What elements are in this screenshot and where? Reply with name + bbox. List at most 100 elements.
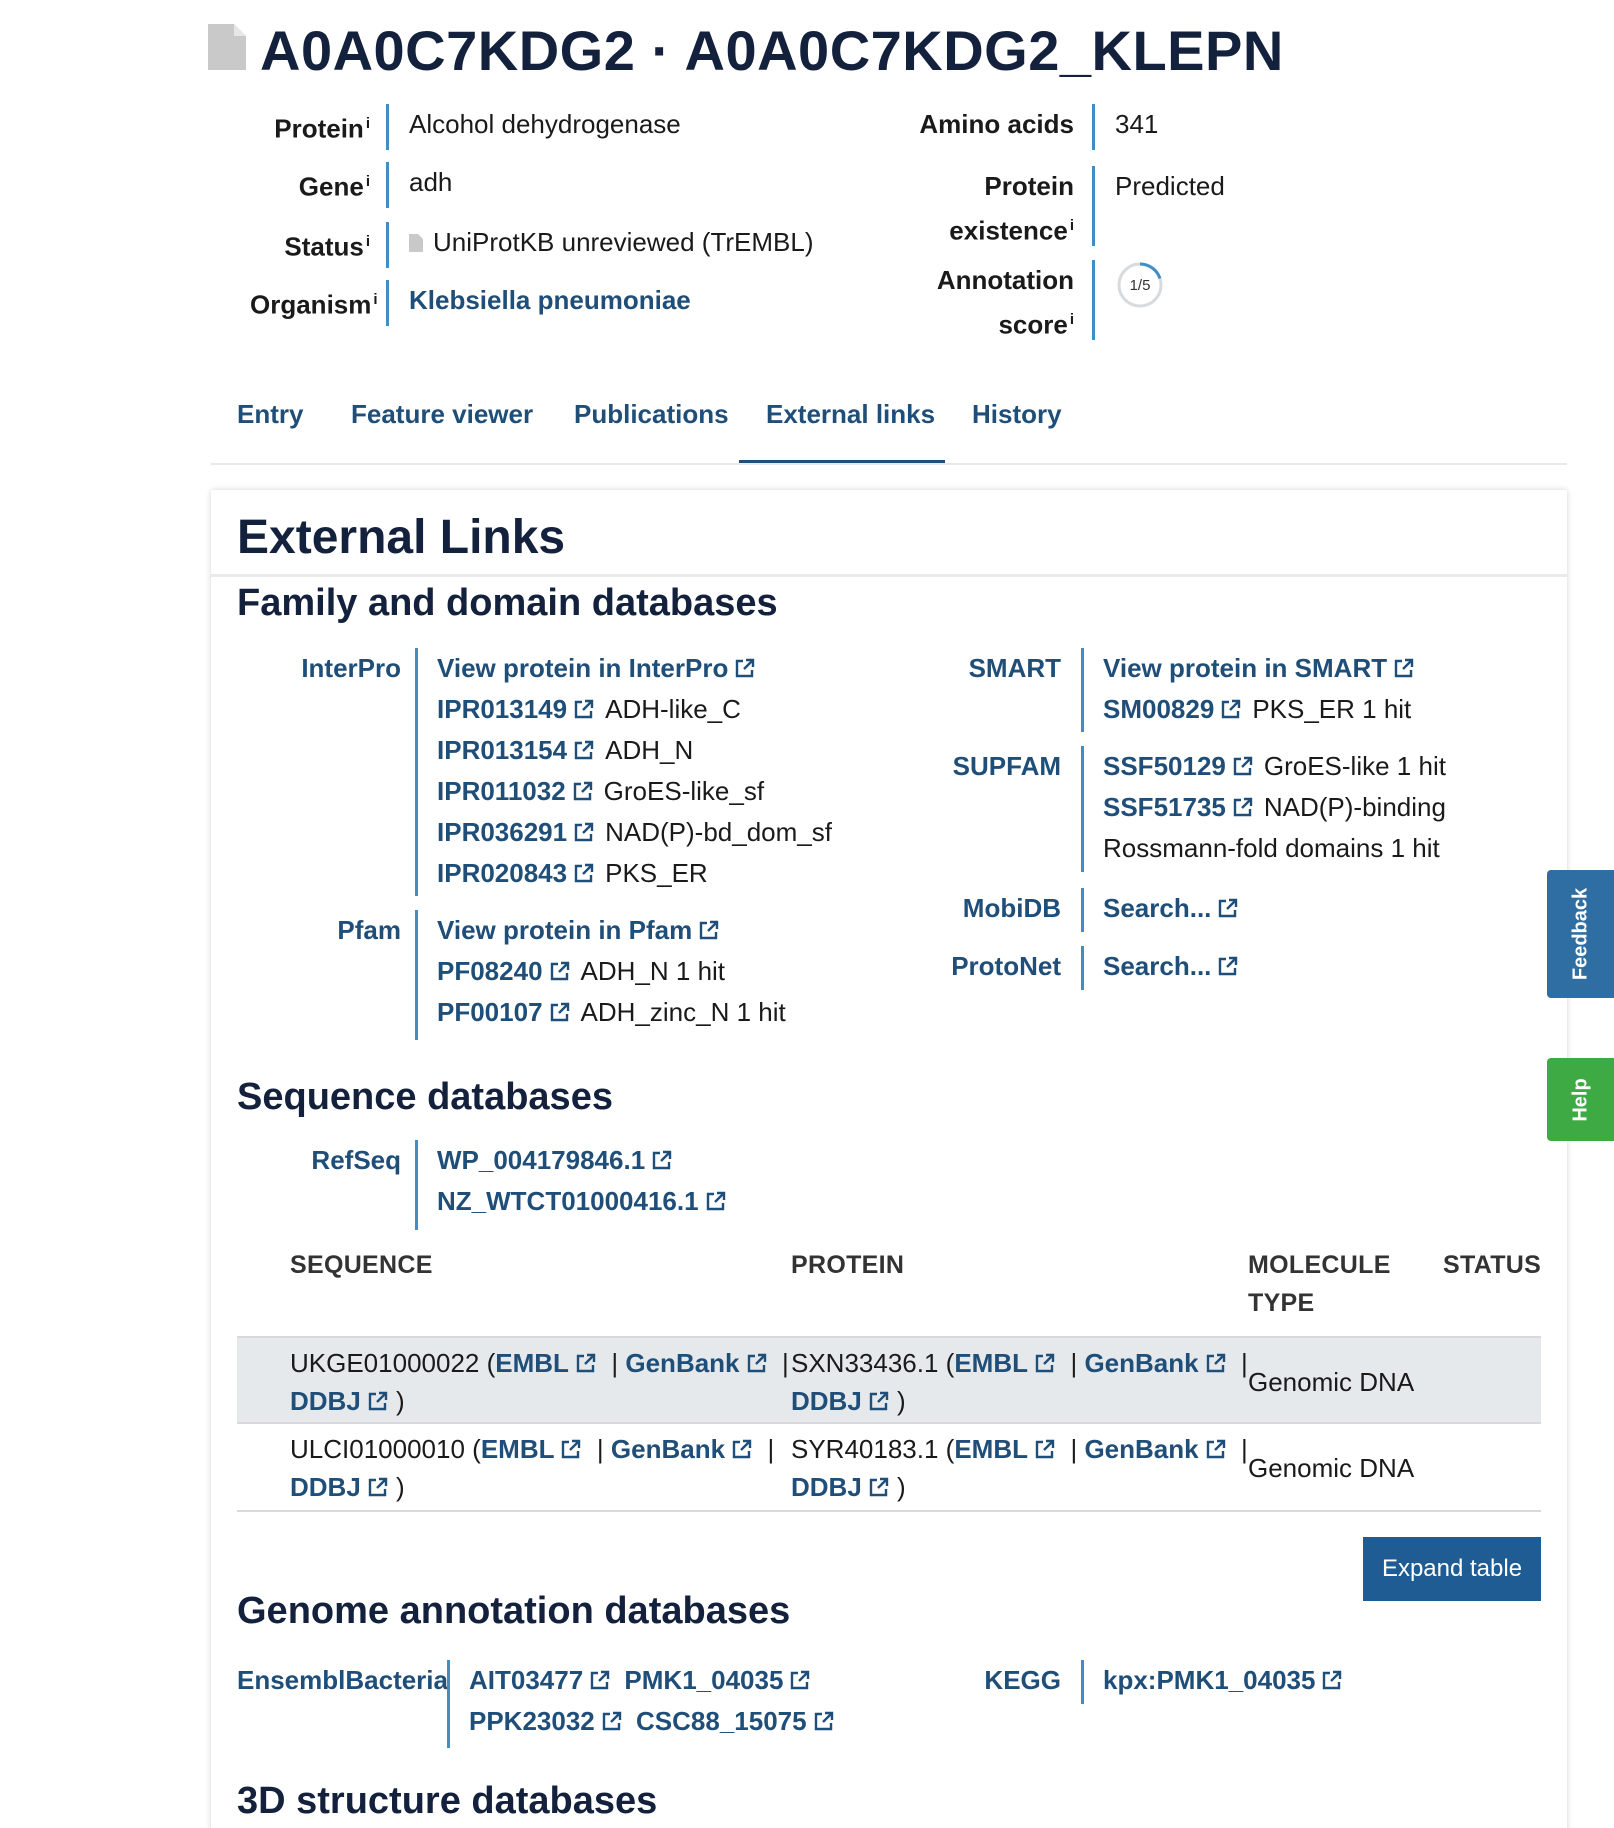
interpro-entry-link[interactable]: IPR013154 bbox=[437, 735, 595, 765]
pfam-entry-link[interactable]: PF00107 bbox=[437, 997, 571, 1027]
summary-divider bbox=[1092, 260, 1095, 340]
info-icon[interactable]: i bbox=[366, 233, 370, 250]
card-divider bbox=[211, 574, 1567, 577]
summary-status-row: Status i UniProtKB unreviewed (TrEMBL) bbox=[250, 222, 814, 268]
tab-entry[interactable]: Entry bbox=[237, 399, 303, 430]
external-link-icon bbox=[367, 1390, 389, 1412]
external-link-icon bbox=[1034, 1438, 1056, 1460]
summary-organism-row: Organism i Klebsiella pneumoniae bbox=[250, 280, 691, 326]
family-section-title: Family and domain databases bbox=[237, 582, 778, 624]
external-link-icon bbox=[575, 1352, 597, 1374]
ddbj-link[interactable]: DDBJ bbox=[791, 1472, 890, 1502]
protein-name: Alcohol dehydrogenase bbox=[409, 109, 681, 139]
expand-table-button[interactable]: Expand table bbox=[1363, 1537, 1541, 1601]
embl-link[interactable]: EMBL bbox=[481, 1434, 583, 1464]
external-link-icon bbox=[573, 821, 595, 843]
supfam-entry-link[interactable]: SSF50129 bbox=[1103, 751, 1254, 781]
supfam-entry-desc-cont: Rossmann-fold domains 1 hit bbox=[1103, 833, 1440, 863]
db-divider bbox=[1081, 888, 1084, 932]
summary-existence-row: Protein existence i Predicted bbox=[900, 166, 1225, 251]
summary-amino-acids-row: Amino acids 341 bbox=[900, 104, 1158, 150]
interpro-entry-link[interactable]: IPR036291 bbox=[437, 817, 595, 847]
ensembl-link[interactable]: CSC88_15075 bbox=[636, 1706, 835, 1736]
summary-annotation-row: Annotation score i bbox=[900, 260, 1095, 345]
ddbj-link[interactable]: DDBJ bbox=[290, 1472, 389, 1502]
existence-value: Predicted bbox=[1115, 171, 1225, 201]
protein-cell: SYR40183.1 (EMBL | GenBank | DDBJ ) bbox=[791, 1434, 1248, 1502]
embl-link[interactable]: EMBL bbox=[954, 1434, 1056, 1464]
header-molecule-type: MOLECULE TYPE bbox=[1248, 1251, 1391, 1317]
embl-link[interactable]: EMBL bbox=[954, 1348, 1056, 1378]
molecule-type-cell: Genomic DNA bbox=[1248, 1367, 1415, 1397]
status-value: UniProtKB unreviewed (TrEMBL) bbox=[389, 222, 814, 268]
tab-publications[interactable]: Publications bbox=[574, 399, 729, 430]
header-status: STATUS bbox=[1443, 1251, 1542, 1279]
structure-section-title: 3D structure databases bbox=[237, 1780, 658, 1822]
external-link-icon bbox=[1321, 1669, 1343, 1691]
annotation-score-badge[interactable]: 1/5 bbox=[1116, 261, 1164, 309]
sequence-cell: ULCI01000010 (EMBL | GenBank | DDBJ ) bbox=[290, 1434, 775, 1502]
kegg-link[interactable]: kpx:PMK1_04035 bbox=[1103, 1665, 1343, 1695]
genbank-link[interactable]: GenBank bbox=[1084, 1434, 1226, 1464]
tab-feature-viewer[interactable]: Feature viewer bbox=[351, 399, 533, 430]
feedback-label: Feedback bbox=[1569, 887, 1591, 981]
genbank-link[interactable]: GenBank bbox=[625, 1348, 767, 1378]
external-link-icon bbox=[572, 780, 594, 802]
info-icon[interactable]: i bbox=[366, 173, 370, 190]
pfam-entry-link[interactable]: PF08240 bbox=[437, 956, 571, 986]
feedback-button[interactable]: Feedback bbox=[1547, 870, 1614, 998]
info-icon[interactable]: i bbox=[1070, 217, 1074, 234]
db-divider bbox=[415, 1140, 418, 1230]
unreviewed-document-icon bbox=[208, 24, 246, 70]
tab-external-links[interactable]: External links bbox=[766, 399, 935, 430]
external-link-icon bbox=[573, 739, 595, 761]
mobidb-search-link[interactable]: Search... bbox=[1103, 893, 1239, 923]
header-sequence: SEQUENCE bbox=[290, 1251, 433, 1279]
ensembl-link[interactable]: PMK1_04035 bbox=[624, 1665, 811, 1695]
table-row: ULCI01000010 (EMBL | GenBank | DDBJ ) SY… bbox=[237, 1424, 1541, 1512]
external-links-card: External Links Family and domain databas… bbox=[211, 490, 1567, 1828]
protein-cell: SXN33436.1 (EMBL | GenBank | DDBJ ) bbox=[791, 1348, 1248, 1416]
refseq-link[interactable]: WP_004179846.1 bbox=[437, 1145, 673, 1175]
pfam-links: View protein in Pfam PF08240 ADH_N 1 hit … bbox=[437, 910, 786, 1033]
external-link-icon bbox=[1034, 1352, 1056, 1374]
external-link-icon bbox=[367, 1476, 389, 1498]
organism-link[interactable]: Klebsiella pneumoniae bbox=[389, 280, 691, 326]
tab-history[interactable]: History bbox=[972, 399, 1062, 430]
ensembl-link[interactable]: PPK23032 bbox=[469, 1706, 623, 1736]
summary-gene-row: Gene i adh bbox=[250, 162, 452, 208]
genbank-link[interactable]: GenBank bbox=[1084, 1348, 1226, 1378]
external-link-icon bbox=[549, 960, 571, 982]
smart-entry-link[interactable]: SM00829 bbox=[1103, 694, 1242, 724]
external-link-icon bbox=[573, 862, 595, 884]
info-icon[interactable]: i bbox=[1070, 311, 1074, 328]
external-link-icon bbox=[868, 1390, 890, 1412]
external-link-icon bbox=[1205, 1438, 1227, 1460]
supfam-entry-link[interactable]: SSF51735 bbox=[1103, 792, 1254, 822]
refseq-link[interactable]: NZ_WTCT01000416.1 bbox=[437, 1186, 727, 1216]
organism-label: Organism i bbox=[250, 289, 378, 320]
pfam-entry-desc: ADH_N 1 hit bbox=[580, 956, 726, 986]
smart-label: SMART bbox=[968, 653, 1061, 683]
embl-link[interactable]: EMBL bbox=[495, 1348, 597, 1378]
interpro-entry-link[interactable]: IPR011032 bbox=[437, 776, 594, 806]
entry-tabs: Entry Feature viewer Publications Extern… bbox=[211, 385, 1567, 465]
ddbj-link[interactable]: DDBJ bbox=[791, 1386, 890, 1416]
interpro-view-link[interactable]: View protein in InterPro bbox=[437, 653, 756, 683]
mobidb-links: Search... bbox=[1103, 888, 1239, 929]
db-divider bbox=[1081, 746, 1084, 872]
pfam-view-link[interactable]: View protein in Pfam bbox=[437, 915, 720, 945]
external-link-icon bbox=[868, 1476, 890, 1498]
interpro-entry-link[interactable]: IPR013149 bbox=[437, 694, 595, 724]
genbank-link[interactable]: GenBank bbox=[611, 1434, 753, 1464]
db-divider bbox=[1081, 648, 1084, 732]
help-button[interactable]: Help bbox=[1547, 1058, 1614, 1141]
ensembl-link[interactable]: AIT03477 bbox=[469, 1665, 611, 1695]
smart-view-link[interactable]: View protein in SMART bbox=[1103, 653, 1415, 683]
interpro-links: View protein in InterPro IPR013149 ADH-li… bbox=[437, 648, 832, 894]
interpro-entry-link[interactable]: IPR020843 bbox=[437, 858, 595, 888]
info-icon[interactable]: i bbox=[366, 115, 370, 132]
ddbj-link[interactable]: DDBJ bbox=[290, 1386, 389, 1416]
protonet-search-link[interactable]: Search... bbox=[1103, 951, 1239, 981]
info-icon[interactable]: i bbox=[373, 291, 377, 308]
